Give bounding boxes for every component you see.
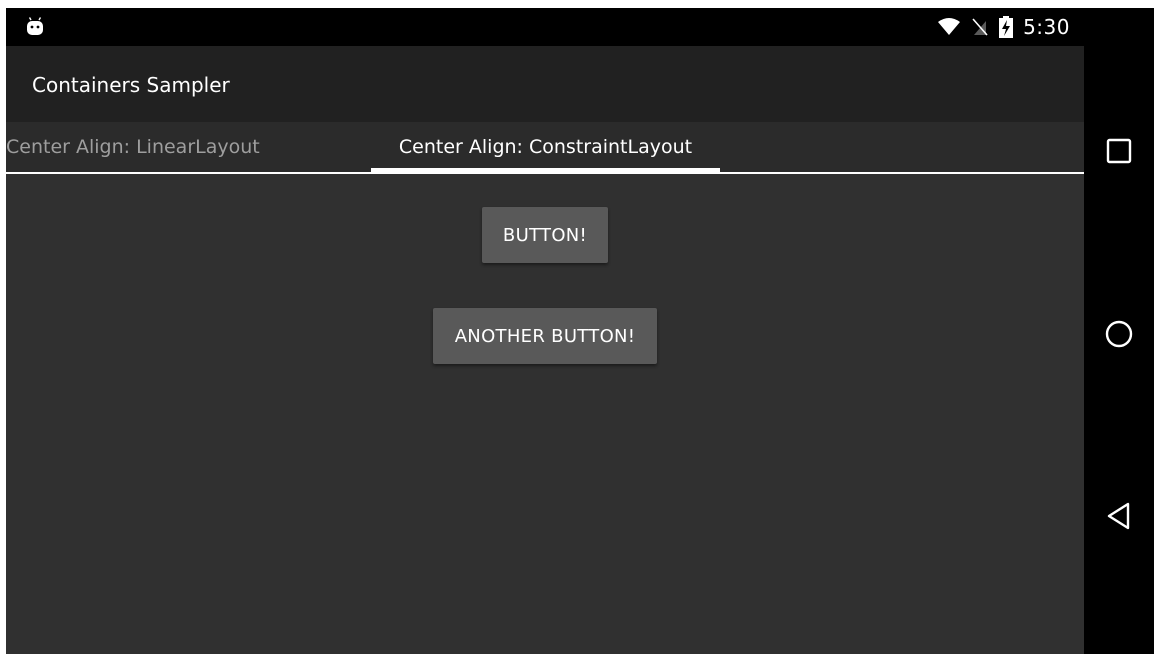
another-button[interactable]: ANOTHER BUTTON! [433, 308, 657, 364]
button-1[interactable]: BUTTON! [482, 207, 608, 263]
status-bar: 5:30 [6, 8, 1084, 46]
no-sim-icon [972, 18, 988, 36]
back-icon [1107, 502, 1130, 530]
tab-selected-indicator [371, 168, 720, 172]
home-icon [1105, 320, 1133, 348]
android-debug-icon [27, 17, 43, 35]
device-screen: 5:30 Containers Sampler Center Align: Li… [6, 8, 1154, 654]
tab-bar: Center Align: LinearLayout Center Align:… [6, 122, 1084, 174]
app-title: Containers Sampler [32, 73, 230, 97]
back-button[interactable] [1099, 496, 1139, 536]
recents-button[interactable] [1099, 131, 1139, 171]
tab-constraint-layout[interactable]: Center Align: ConstraintLayout [371, 122, 720, 172]
action-bar: Containers Sampler [6, 46, 1084, 122]
recents-icon [1106, 138, 1132, 164]
status-icons: 5:30 [937, 8, 1070, 46]
home-button[interactable] [1099, 314, 1139, 354]
content-area: BUTTON! ANOTHER BUTTON! [6, 174, 1084, 654]
status-time: 5:30 [1023, 15, 1070, 39]
tab-constraint-layout-label: Center Align: ConstraintLayout [398, 136, 693, 158]
wifi-icon [938, 18, 961, 35]
navigation-bar [1084, 8, 1154, 654]
tab-linear-layout[interactable]: Center Align: LinearLayout [6, 122, 260, 172]
battery-charging-icon [999, 16, 1014, 38]
